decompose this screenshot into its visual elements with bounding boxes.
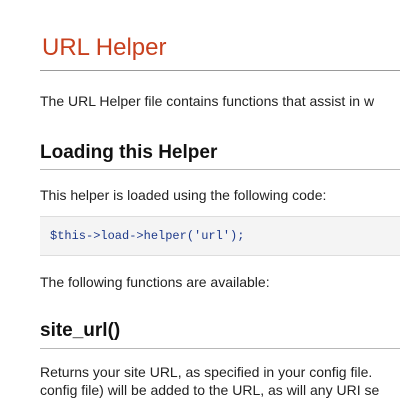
section-heading-loading: Loading this Helper <box>40 142 218 163</box>
site-url-paragraph-line1: Returns your site URL, as specified in y… <box>40 364 373 380</box>
loading-paragraph: This helper is loaded using the followin… <box>40 187 327 203</box>
site-url-paragraph-line2: config file) will be added to the URL, a… <box>40 382 380 398</box>
functions-available-paragraph: The following functions are available: <box>40 274 270 290</box>
document-page: URL Helper The URL Helper file contains … <box>40 0 400 400</box>
section-divider-site-url <box>40 348 400 349</box>
title-divider <box>40 70 400 71</box>
code-block: $this->load->helper('url'); <box>40 216 400 256</box>
code-snippet: $this->load->helper('url'); <box>50 229 245 243</box>
section-divider-loading <box>40 169 400 170</box>
page-title: URL Helper <box>42 34 167 61</box>
section-heading-site-url: site_url() <box>40 320 121 341</box>
intro-paragraph: The URL Helper file contains functions t… <box>40 93 375 109</box>
